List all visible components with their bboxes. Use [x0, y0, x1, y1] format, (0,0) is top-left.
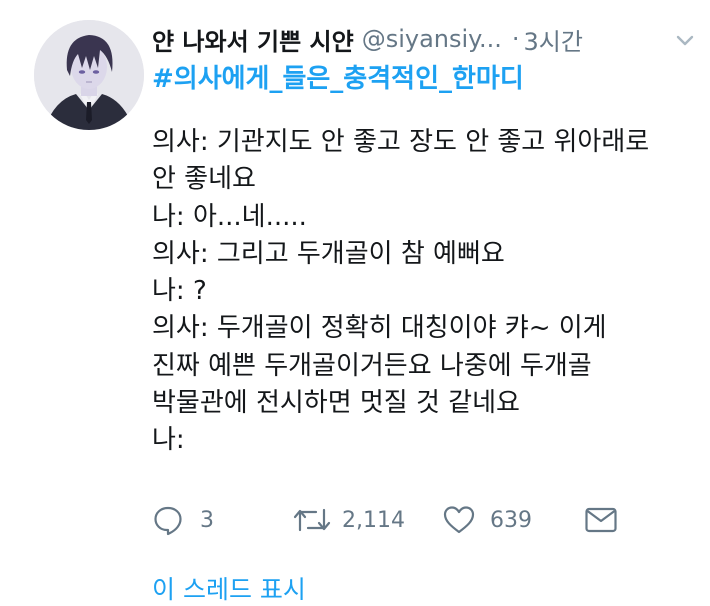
display-name[interactable]: 얀 나와서 기쁜 시얀 [152, 22, 354, 57]
separator-dot: · [511, 25, 520, 53]
profile-picture [34, 20, 144, 130]
reply-button[interactable]: 3 [152, 500, 214, 540]
tweet-line: 진짜 예쁜 두개골이거든요 나중에 두개골 [152, 350, 592, 381]
timestamp[interactable]: 3시간 [524, 22, 583, 57]
reply-count: 3 [200, 507, 214, 533]
tweet-line: 나: 아...네..... [152, 201, 307, 232]
hashtag-link[interactable]: #의사에게_들은_충격적인_한마디 [152, 58, 524, 95]
tweet-line: 의사: 두개골이 정확히 대칭이야 캬~ 이게 [152, 313, 607, 344]
retweet-count: 2,114 [342, 507, 405, 533]
tweet-line: 나: ? [152, 276, 207, 307]
retweet-button[interactable]: 2,114 [292, 500, 405, 540]
tweet-line: 의사: 그리고 두개골이 참 예뻐요 [152, 238, 505, 269]
tweet-header: 얀 나와서 기쁜 시얀 @siyansiy... · 3시간 [152, 20, 697, 58]
show-thread-link[interactable]: 이 스레드 표시 [152, 570, 306, 606]
chevron-down-icon[interactable] [673, 28, 697, 52]
direct-message-button[interactable] [584, 500, 618, 540]
tweet-line: 안 좋네요 [152, 164, 256, 195]
like-button[interactable]: 639 [442, 500, 532, 540]
like-count: 639 [490, 507, 532, 533]
heart-icon [442, 504, 476, 536]
tweet-line: 의사: 기관지도 안 좋고 장도 안 좋고 위아래로 [152, 127, 650, 157]
tweet-text: 의사: 기관지도 안 좋고 장도 안 좋고 위아래로 안 좋네요 나: 아...… [152, 124, 702, 460]
reply-icon [152, 504, 184, 536]
tweet-line: 박물관에 전시하면 멋질 것 같네요 [152, 388, 520, 419]
tweet-actions: 3 2,114 639 [152, 500, 622, 540]
retweet-icon [292, 504, 332, 536]
envelope-icon [584, 506, 618, 534]
avatar[interactable] [34, 20, 144, 130]
user-handle[interactable]: @siyansiy... [362, 25, 502, 53]
tweet-line: 나: [152, 425, 185, 456]
